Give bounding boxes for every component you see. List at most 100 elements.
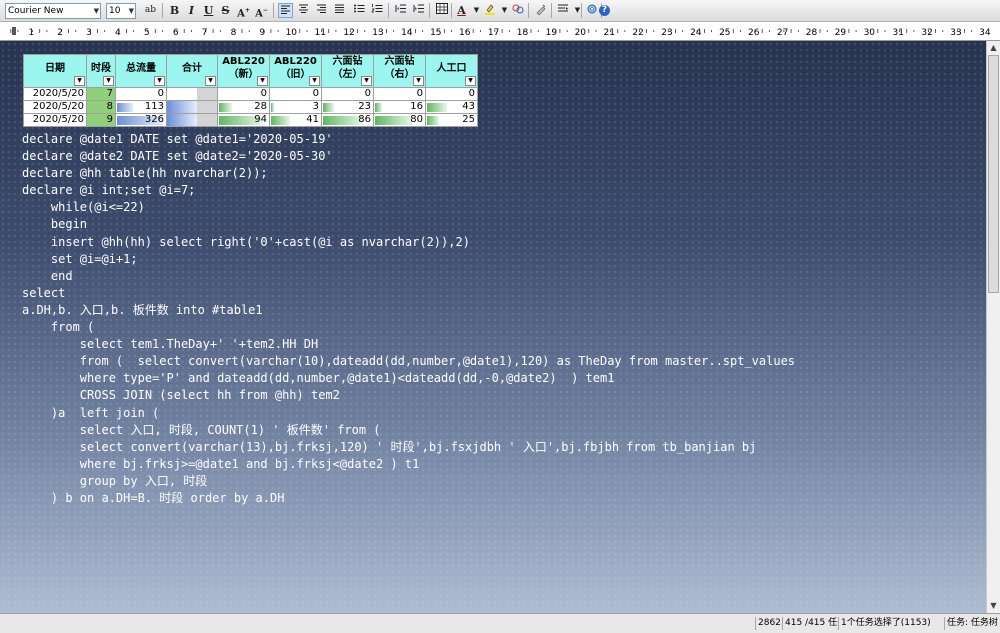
- table-header-six-right[interactable]: 六面钻 （右） ▼: [373, 54, 426, 88]
- cell-sum[interactable]: [166, 87, 218, 101]
- databar: [271, 116, 290, 125]
- cell-total[interactable]: 113: [115, 100, 167, 114]
- bullet-list-icon: [353, 4, 364, 13]
- header-sublabel: （新）: [228, 69, 259, 80]
- table-header-abl-old[interactable]: ABL220 （旧） ▼: [269, 54, 322, 88]
- filter-dropdown-icon[interactable]: ▼: [205, 76, 216, 86]
- filter-dropdown-icon[interactable]: ▼: [309, 76, 320, 86]
- font-color-button[interactable]: A: [454, 3, 469, 18]
- table-header-hour[interactable]: 时段 ▼: [86, 54, 116, 88]
- justify-button[interactable]: [332, 3, 347, 18]
- sql-code-block[interactable]: declare @date1 DATE set @date1='2020-05-…: [22, 131, 795, 507]
- font-size-select[interactable]: 10 ▼: [106, 3, 136, 19]
- scrollbar-thumb[interactable]: [988, 55, 999, 293]
- cell-manual[interactable]: 0: [425, 87, 478, 101]
- cell-value: 94: [254, 114, 267, 125]
- chevron-down-icon[interactable]: ▼: [570, 3, 585, 18]
- superscript-button[interactable]: A+: [236, 3, 251, 19]
- table-header-six-left[interactable]: 六面钻 （左） ▼: [321, 54, 374, 88]
- cell-hour[interactable]: 8: [86, 100, 116, 114]
- scroll-down-arrow-icon[interactable]: ▼: [987, 599, 1000, 613]
- cell-six-right[interactable]: 0: [373, 87, 426, 101]
- align-center-button[interactable]: [296, 3, 311, 18]
- cell-manual[interactable]: 43: [425, 100, 478, 114]
- cell-total[interactable]: 0: [115, 87, 167, 101]
- cell-six-right[interactable]: 16: [373, 100, 426, 114]
- settings-button[interactable]: [584, 3, 599, 18]
- cell-value: 86: [358, 114, 371, 125]
- filter-dropdown-icon[interactable]: ▼: [257, 76, 268, 86]
- ruler-number: 19: [546, 28, 558, 38]
- filter-dropdown-icon[interactable]: ▼: [154, 76, 165, 86]
- format-painter-button[interactable]: [533, 3, 548, 18]
- cell-six-right[interactable]: 80: [373, 113, 426, 127]
- align-left-button[interactable]: [278, 3, 293, 18]
- ruler-number: 20: [575, 28, 587, 38]
- cell-hour[interactable]: 9: [86, 113, 116, 127]
- cell-value: 23: [358, 101, 371, 112]
- ruler-number: 27: [777, 28, 788, 38]
- cell-value: 8: [106, 101, 113, 112]
- scroll-up-arrow-icon[interactable]: ▲: [987, 41, 1000, 55]
- cell-date[interactable]: 2020/5/20: [23, 100, 87, 114]
- header-label: ABL220: [222, 56, 265, 67]
- indent-marker-icon[interactable]: [12, 27, 16, 35]
- ruler-number: 25: [719, 28, 730, 38]
- filter-dropdown-icon[interactable]: ▼: [103, 76, 114, 86]
- cell-abl-new[interactable]: 0: [217, 87, 270, 101]
- vertical-scrollbar[interactable]: ▲ ▼: [986, 41, 1000, 613]
- table-row: 2020/5/20 7 0 0 0 0 0 0: [23, 87, 478, 101]
- cell-abl-old[interactable]: 41: [269, 113, 322, 127]
- bold-button[interactable]: B: [167, 3, 182, 18]
- font-name-select[interactable]: Courier New ▼: [5, 3, 101, 19]
- highlight-button[interactable]: [482, 3, 497, 18]
- align-right-button[interactable]: [314, 3, 329, 18]
- bullet-list-button[interactable]: [351, 3, 366, 18]
- cell-total[interactable]: 326: [115, 113, 167, 127]
- paragraph-icon: [557, 4, 568, 12]
- paragraph-button[interactable]: [555, 3, 570, 18]
- indent-increase-button[interactable]: [411, 3, 426, 18]
- cell-date[interactable]: 2020/5/20: [23, 113, 87, 127]
- table-row: 2020/5/20 8 113 28 3 23 16 43: [23, 100, 478, 114]
- document-canvas[interactable]: 日期 ▼ 时段 ▼ 总流量 ▼ 合计 ▼ ABL220 （新） ▼ ABL220 （旧） ▼ 六…: [0, 41, 986, 613]
- table-header-date[interactable]: 日期 ▼: [23, 54, 87, 88]
- filter-dropdown-icon[interactable]: ▼: [361, 76, 372, 86]
- strikethrough-button[interactable]: S: [218, 3, 233, 18]
- cell-abl-new[interactable]: 28: [217, 100, 270, 114]
- table-header-abl-new[interactable]: ABL220 （新） ▼: [217, 54, 270, 88]
- format-painter-icon: [536, 4, 545, 16]
- table-header-total[interactable]: 总流量 ▼: [115, 54, 167, 88]
- cell-six-left[interactable]: 86: [321, 113, 374, 127]
- italic-button[interactable]: I: [184, 3, 199, 18]
- filter-dropdown-icon[interactable]: ▼: [413, 76, 424, 86]
- cell-six-left[interactable]: 23: [321, 100, 374, 114]
- indent-decrease-button[interactable]: [393, 3, 408, 18]
- code-line: declare @date2 DATE set @date2='2020-05-…: [22, 149, 333, 164]
- cell-sum[interactable]: [166, 113, 218, 127]
- table-header-sum[interactable]: 合计 ▼: [166, 54, 218, 88]
- table-header-manual[interactable]: 人工口 ▼: [425, 54, 478, 88]
- code-line: select 入口, 时段, COUNT(1) ' 板件数' from (: [22, 422, 381, 437]
- subscript-button[interactable]: A−: [254, 3, 269, 19]
- cell-abl-new[interactable]: 94: [217, 113, 270, 127]
- cell-abl-old[interactable]: 0: [269, 87, 322, 101]
- cell-manual[interactable]: 25: [425, 113, 478, 127]
- code-line: a.DH,b. 入口,b. 板件数 into #table1: [22, 302, 263, 317]
- filter-dropdown-icon[interactable]: ▼: [74, 76, 85, 86]
- cell-abl-old[interactable]: 3: [269, 100, 322, 114]
- special-character-button[interactable]: [510, 3, 525, 18]
- numbered-list-button[interactable]: [369, 3, 384, 18]
- underline-button[interactable]: U: [201, 3, 216, 18]
- insert-table-button[interactable]: [434, 3, 449, 18]
- cell-hour[interactable]: 7: [86, 87, 116, 101]
- ruler-number: 5: [144, 28, 150, 38]
- cell-sum[interactable]: [166, 100, 218, 114]
- cell-six-left[interactable]: 0: [321, 87, 374, 101]
- clear-format-icon[interactable]: ab: [143, 3, 158, 18]
- help-icon[interactable]: ?: [599, 5, 610, 16]
- font-size-value: 10: [109, 6, 121, 16]
- cell-value: 41: [306, 114, 319, 125]
- cell-date[interactable]: 2020/5/20: [23, 87, 87, 101]
- filter-dropdown-icon[interactable]: ▼: [465, 76, 476, 86]
